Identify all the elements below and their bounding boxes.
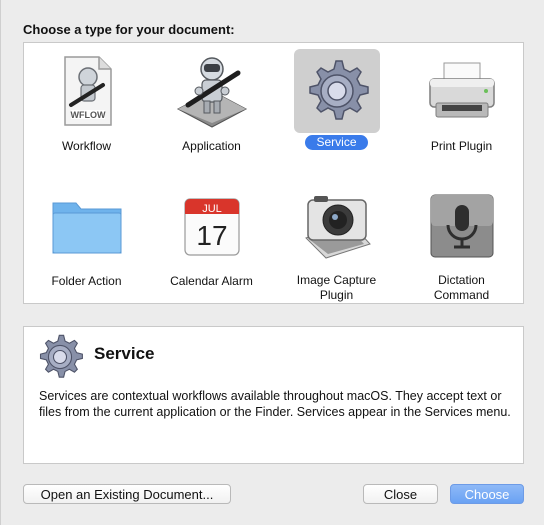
type-label-print-plugin: Print Plugin: [430, 139, 493, 153]
type-tile-calendar-alarm[interactable]: JUL 17 Calendar Alarm: [149, 178, 274, 303]
type-label-application: Application: [182, 139, 241, 153]
printer-icon: [419, 49, 505, 133]
close-button[interactable]: Close: [363, 484, 438, 504]
camera-icon: [294, 184, 380, 267]
dialog-heading: Choose a type for your document:: [23, 22, 235, 37]
description-text: Services are contextual workflows availa…: [39, 389, 511, 419]
type-label-dictation-command: Dictation Command: [433, 273, 490, 302]
type-label-folder-action: Folder Action: [51, 274, 122, 288]
choose-type-dialog: Choose a type for your document: WFLOW W…: [0, 0, 544, 525]
type-tile-workflow[interactable]: WFLOW Workflow: [24, 43, 149, 168]
gear-icon: [293, 49, 380, 133]
type-label-calendar-alarm: Calendar Alarm: [170, 274, 253, 288]
type-tile-image-capture-plugin[interactable]: Image Capture Plugin: [274, 178, 399, 303]
type-tile-application[interactable]: Application: [149, 43, 274, 168]
document-type-grid: WFLOW Workflow Application Service Print…: [23, 42, 524, 304]
microphone-icon: [419, 184, 505, 267]
type-tile-folder-action[interactable]: Folder Action: [24, 178, 149, 303]
type-label-workflow: Workflow: [61, 139, 112, 153]
type-tile-dictation-command[interactable]: Dictation Command: [399, 178, 524, 303]
automator-robot-icon: [169, 49, 255, 133]
folder-icon: [44, 184, 130, 268]
type-tile-print-plugin[interactable]: Print Plugin: [399, 43, 524, 168]
workflow-document-icon: WFLOW: [44, 49, 130, 133]
choose-button[interactable]: Choose: [450, 484, 524, 504]
svg-text:17: 17: [196, 220, 227, 251]
calendar-icon: JUL 17: [169, 184, 255, 268]
svg-text:WFLOW: WFLOW: [70, 110, 105, 120]
description-panel: Service Services are contextual workflow…: [23, 326, 524, 464]
description-title: Service: [94, 344, 155, 363]
type-label-image-capture-plugin: Image Capture Plugin: [296, 273, 377, 302]
open-existing-document-button[interactable]: Open an Existing Document...: [23, 484, 231, 504]
type-label-service: Service: [305, 135, 368, 150]
gear-icon: [34, 331, 86, 383]
type-tile-service[interactable]: Service: [274, 43, 399, 168]
svg-text:JUL: JUL: [202, 203, 222, 215]
